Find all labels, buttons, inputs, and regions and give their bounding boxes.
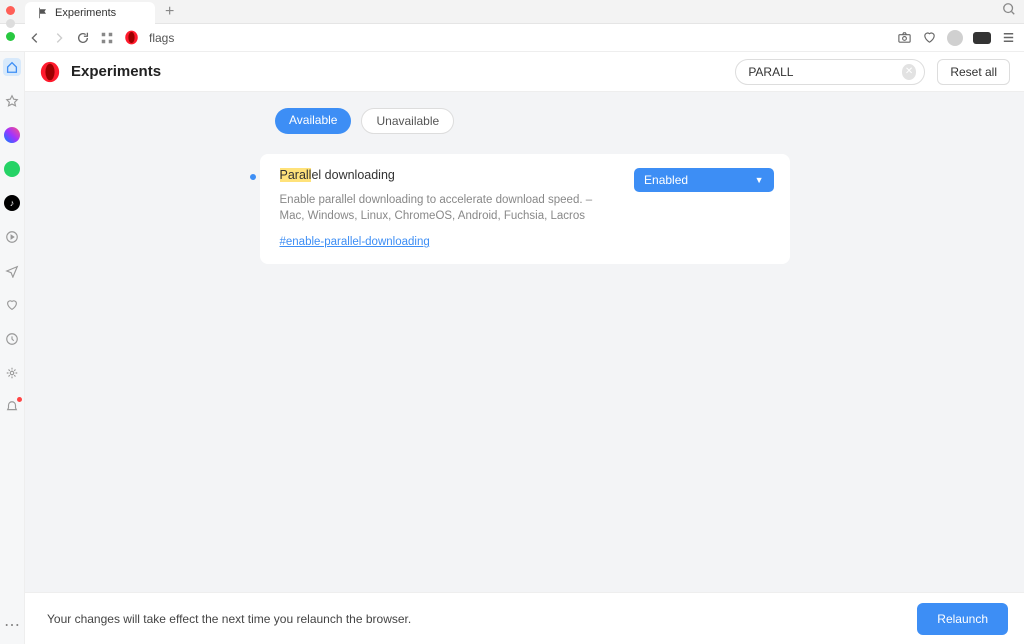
sidebar-item-messenger[interactable] [3, 126, 21, 144]
sidebar-item-settings[interactable] [3, 364, 21, 382]
tab-unavailable[interactable]: Unavailable [361, 108, 454, 134]
tab-available[interactable]: Available [275, 108, 351, 134]
tab-title: Experiments [55, 7, 116, 19]
search-input[interactable] [748, 65, 901, 79]
sidebar: ♪ ⋯ [0, 52, 25, 644]
flag-state-dropdown[interactable]: Enabled ▼ [634, 168, 773, 192]
relaunch-button[interactable]: Relaunch [917, 603, 1008, 635]
opera-logo-icon [39, 61, 61, 83]
content-area: Experiments ✕ Reset all Available Unavai… [25, 52, 1024, 644]
sidebar-item-player[interactable] [3, 228, 21, 246]
menu-icon[interactable] [1001, 30, 1016, 45]
maximize-window-dot[interactable] [6, 32, 15, 41]
sidebar-item-history[interactable] [3, 330, 21, 348]
minimize-window-dot[interactable] [6, 19, 15, 28]
camera-icon[interactable] [897, 30, 912, 45]
sidebar-item-bookmarks[interactable] [3, 92, 21, 110]
window-traffic-lights [6, 2, 15, 41]
flag-icon [37, 7, 49, 19]
relaunch-footer: Your changes will take effect the next t… [25, 592, 1024, 644]
flag-anchor-link[interactable]: #enable-parallel-downloading [280, 236, 430, 248]
close-window-dot[interactable] [6, 6, 15, 15]
tab-experiments[interactable]: Experiments [25, 2, 155, 24]
search-tabs-icon[interactable] [1002, 2, 1016, 21]
flag-title: Parallel downloading [280, 168, 619, 182]
sidebar-item-home[interactable] [3, 58, 21, 76]
flag-description: Enable parallel downloading to accelerat… [280, 192, 619, 224]
sidebar-item-pinboards[interactable] [3, 296, 21, 314]
sidebar-item-tiktok[interactable]: ♪ [3, 194, 21, 212]
toolbar: flags [0, 24, 1024, 52]
url-display[interactable]: flags [149, 31, 174, 45]
reload-icon[interactable] [76, 31, 90, 45]
chevron-down-icon: ▼ [755, 175, 764, 185]
opera-logo-icon [124, 30, 139, 45]
apps-icon[interactable] [100, 31, 114, 45]
sidebar-item-send[interactable] [3, 262, 21, 280]
tab-strip: Experiments + [0, 0, 1024, 24]
clear-search-icon[interactable]: ✕ [902, 64, 917, 80]
modified-indicator-icon [250, 174, 256, 180]
heart-icon[interactable] [922, 30, 937, 45]
new-tab-button[interactable]: + [165, 3, 174, 21]
back-icon[interactable] [28, 31, 42, 45]
sidebar-item-notifications[interactable] [3, 398, 21, 416]
profile-avatar-icon[interactable] [947, 30, 963, 46]
vpn-badge-icon[interactable] [973, 32, 991, 44]
page-header: Experiments ✕ Reset all [25, 52, 1024, 92]
flag-card: Parallel downloading Enable parallel dow… [260, 154, 790, 264]
forward-icon[interactable] [52, 31, 66, 45]
sidebar-more-icon[interactable]: ⋯ [3, 616, 21, 634]
sidebar-item-whatsapp[interactable] [3, 160, 21, 178]
reset-all-button[interactable]: Reset all [937, 59, 1010, 85]
footer-message: Your changes will take effect the next t… [47, 612, 411, 626]
dropdown-value: Enabled [644, 173, 688, 187]
page-title: Experiments [71, 63, 161, 80]
search-flags-box[interactable]: ✕ [735, 59, 925, 85]
filter-tabs: Available Unavailable [25, 92, 1024, 144]
